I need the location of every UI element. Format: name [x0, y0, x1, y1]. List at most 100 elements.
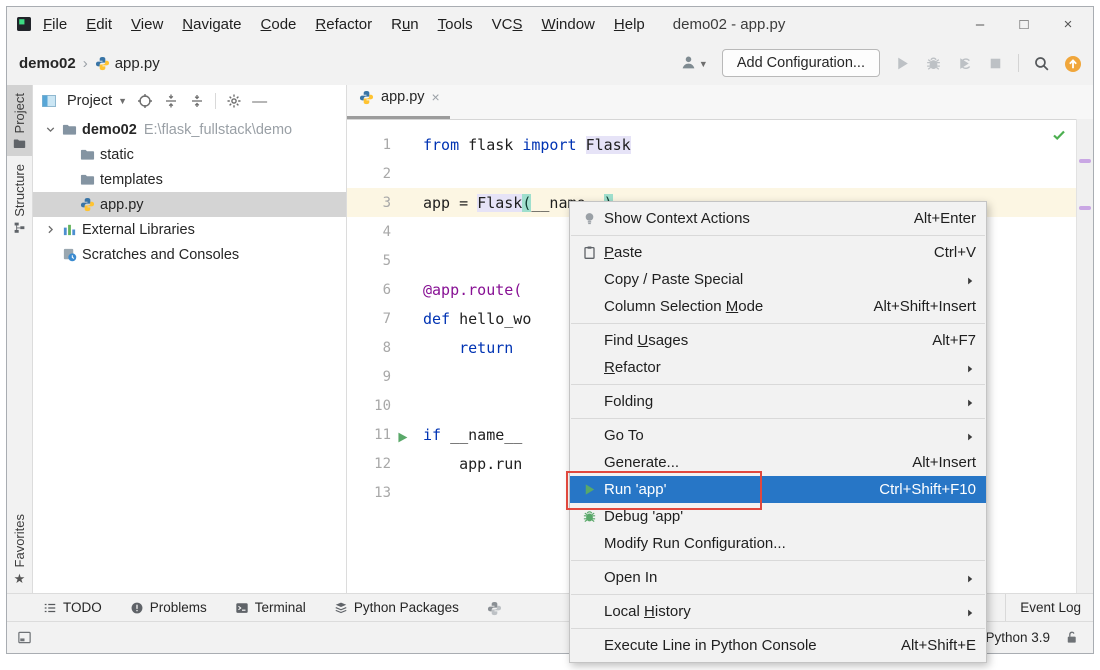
chevron-down-icon[interactable]: [41, 123, 59, 136]
tree-item-label: demo02: [82, 122, 137, 138]
context-menu-item-paste[interactable]: PasteCtrl+V: [570, 239, 986, 266]
context-menu-item-execute-line-in-python-console[interactable]: Execute Line in Python ConsoleAlt+Shift+…: [570, 632, 986, 659]
code-text: app.run: [409, 455, 522, 473]
project-panel-title[interactable]: Project: [67, 93, 112, 109]
code-text: @app.route(: [409, 281, 522, 299]
tree-item-external-libraries[interactable]: External Libraries: [33, 217, 346, 242]
menubar-item-view[interactable]: View: [131, 16, 163, 33]
python-interpreter-selector[interactable]: Python 3.9: [985, 630, 1050, 645]
tool-window-tab-todo[interactable]: TODO: [43, 600, 102, 615]
code-line: 2: [347, 159, 1093, 188]
menubar-item-code[interactable]: Code: [261, 16, 297, 33]
context-menu-item-open-in[interactable]: Open In: [570, 564, 986, 591]
tool-window-toggle-icon[interactable]: [17, 630, 32, 645]
tree-item-templates[interactable]: templates: [33, 167, 346, 192]
menubar-item-navigate[interactable]: Navigate: [182, 16, 241, 33]
pygray-icon: [487, 601, 501, 615]
tool-window-tab-python-console[interactable]: [487, 601, 501, 615]
menu-item-label: Column Selection Mode: [604, 298, 763, 315]
locate-file-icon[interactable]: [137, 93, 153, 109]
tool-window-tab-python-packages[interactable]: Python Packages: [334, 600, 459, 615]
tree-item-demo02[interactable]: demo02 E:\flask_fullstack\demo: [33, 117, 346, 142]
editor-context-menu: Show Context ActionsAlt+Enter PasteCtrl+V…: [569, 201, 987, 663]
line-number: 4: [347, 224, 409, 240]
context-menu-item-refactor[interactable]: Refactor: [570, 354, 986, 381]
problems-icon: [130, 601, 144, 615]
menubar-item-window[interactable]: Window: [542, 16, 595, 33]
line-number: 7: [347, 311, 409, 327]
tool-strip-favorites[interactable]: Favorites★: [7, 506, 32, 593]
context-menu-item-find-usages[interactable]: Find UsagesAlt+F7: [570, 327, 986, 354]
tool-strip-structure[interactable]: Structure: [7, 156, 32, 240]
context-menu-item-run--app-[interactable]: Run 'app' Ctrl+Shift+F10: [570, 476, 986, 503]
tab-app-py[interactable]: app.py ×: [347, 85, 450, 119]
ide-update-icon[interactable]: [1064, 55, 1081, 72]
chevron-right-icon[interactable]: [41, 223, 59, 236]
line-number: 5: [347, 253, 409, 269]
menubar-item-edit[interactable]: Edit: [86, 16, 112, 33]
menu-item-label: Debug 'app': [604, 508, 683, 525]
menu-item-label: Generate...: [604, 454, 679, 471]
expand-all-icon[interactable]: [163, 93, 179, 109]
add-configuration-button[interactable]: Add Configuration...: [722, 49, 880, 77]
context-menu-item-folding[interactable]: Folding: [570, 388, 986, 415]
menubar-item-vcs[interactable]: VCS: [492, 16, 523, 33]
menu-item-label: Run 'app': [604, 481, 666, 498]
tree-item-path: E:\flask_fullstack\demo: [144, 122, 292, 138]
context-menu-item-copy---paste-special[interactable]: Copy / Paste Special: [570, 266, 986, 293]
submenu-arrow-icon: [964, 430, 976, 442]
context-menu-item-debug--app-[interactable]: Debug 'app': [570, 503, 986, 530]
menubar-item-tools[interactable]: Tools: [438, 16, 473, 33]
context-menu-item-modify-run-configuration---[interactable]: Modify Run Configuration...: [570, 530, 986, 557]
minimize-button[interactable]: –: [973, 16, 987, 33]
menubar-item-help[interactable]: Help: [614, 16, 645, 33]
tree-item-app-py[interactable]: app.py: [33, 192, 346, 217]
collapse-all-icon[interactable]: [189, 93, 205, 109]
close-button[interactable]: ×: [1061, 16, 1075, 33]
menubar-item-run[interactable]: Run: [391, 16, 419, 33]
window-controls: – □ ×: [973, 16, 1083, 33]
packages-icon: [334, 601, 348, 615]
menu-item-shortcut: Ctrl+Shift+F10: [879, 481, 976, 498]
menubar-item-file[interactable]: File: [43, 16, 67, 33]
folder-icon: [77, 172, 97, 187]
user-account-button[interactable]: ▼: [680, 54, 708, 72]
menu-item-label: Go To: [604, 427, 644, 444]
hide-panel-icon[interactable]: —: [252, 93, 267, 110]
menu-item-shortcut: Alt+Enter: [914, 210, 976, 227]
tree-item-static[interactable]: static: [33, 142, 346, 167]
stop-button[interactable]: [987, 55, 1004, 72]
breadcrumb-project[interactable]: demo02: [19, 55, 76, 72]
unlock-icon[interactable]: [1064, 630, 1079, 645]
settings-gear-icon[interactable]: [226, 93, 242, 109]
editor-scrollbar[interactable]: [1076, 119, 1093, 593]
pycharm-window: File Edit View Navigate Code Refactor Run Tools…: [6, 6, 1094, 654]
context-menu-item-column-selection-mode[interactable]: Column Selection ModeAlt+Shift+Insert: [570, 293, 986, 320]
breadcrumb-file[interactable]: app.py: [115, 55, 160, 72]
python-file-icon: [95, 56, 110, 71]
maximize-button[interactable]: □: [1017, 16, 1031, 33]
menubar-item-refactor[interactable]: Refactor: [315, 16, 372, 33]
tool-window-tab-problems[interactable]: Problems: [130, 600, 207, 615]
context-menu-item-generate---[interactable]: Generate...Alt+Insert: [570, 449, 986, 476]
line-number: 13: [347, 485, 409, 501]
run-with-coverage-button[interactable]: [956, 55, 973, 72]
run-line-icon[interactable]: [396, 431, 409, 444]
event-log-button[interactable]: Event Log: [1005, 594, 1081, 621]
context-menu-item-local-history[interactable]: Local History: [570, 598, 986, 625]
tool-window-tab-terminal[interactable]: Terminal: [235, 600, 306, 615]
run-button[interactable]: [894, 55, 911, 72]
context-menu-item-show-context-actions[interactable]: Show Context ActionsAlt+Enter: [570, 205, 986, 232]
tab-label: app.py: [381, 89, 425, 105]
menu-separator: [571, 560, 985, 561]
submenu-arrow-icon: [964, 396, 976, 408]
close-tab-icon[interactable]: ×: [432, 89, 440, 105]
debug-button[interactable]: [925, 55, 942, 72]
context-menu-item-go-to[interactable]: Go To: [570, 422, 986, 449]
menu-item-label: Paste: [604, 244, 642, 261]
tree-item-scratches-and-consoles[interactable]: Scratches and Consoles: [33, 242, 346, 267]
tool-strip-project[interactable]: Project: [7, 85, 32, 156]
menu-item-label: Find Usages: [604, 332, 688, 349]
search-everywhere-icon[interactable]: [1033, 55, 1050, 72]
editor-tab-bar: app.py ×: [347, 85, 1093, 120]
